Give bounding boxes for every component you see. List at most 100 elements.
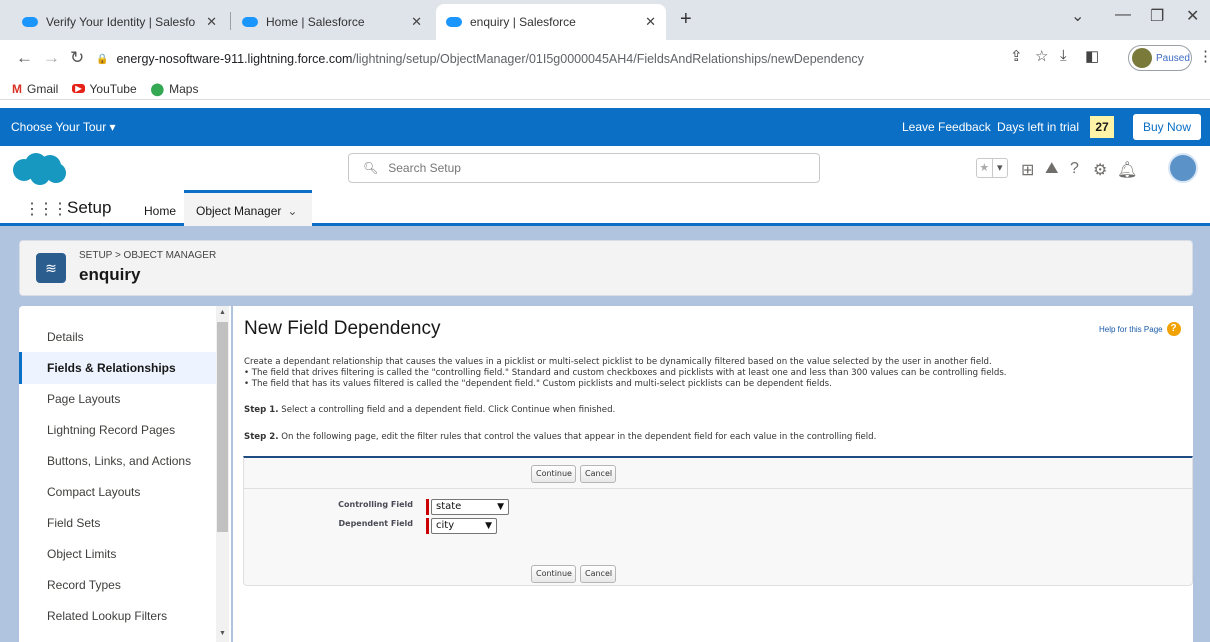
favorites-button-group[interactable]: ★ ▾ [976,158,1008,178]
controlling-field-select[interactable]: state ▼ [431,499,509,515]
browser-tab-enquiry[interactable]: enquiry | Salesforce ✕ [436,4,666,40]
forward-icon[interactable]: → [43,48,60,68]
scroll-down-icon[interactable]: ▼ [219,630,226,637]
bookmark-youtube[interactable]: ▶ YouTube [72,82,137,96]
step-1: Step 1. Select a controlling field and a… [244,405,616,415]
sidebar-item-object-limits[interactable]: Object Limits [19,538,217,570]
step-2: Step 2. On the following page, edit the … [244,432,877,442]
page-header [19,240,1193,296]
close-window-icon[interactable]: ✕ [1186,6,1199,26]
days-left-label: Days left in trial [997,120,1080,134]
controlling-field-label: Controlling Field [338,500,413,509]
close-icon[interactable]: ✕ [645,14,656,30]
help-icon[interactable]: ? [1070,160,1079,178]
page-title: enquiry [79,265,141,284]
sidebar-item-lightning-record-pages[interactable]: Lightning Record Pages [19,414,217,446]
cancel-button-top[interactable]: Cancel [580,465,616,483]
sidebar-item-related-lookup-filters[interactable]: Related Lookup Filters [19,600,217,632]
days-left-badge: 27 [1090,116,1114,138]
maps-icon: ⬤ [150,81,165,96]
favorites-star-icon[interactable]: ★ [977,159,992,177]
profile-avatar [1132,48,1152,68]
required-indicator [426,518,429,534]
salesforce-logo[interactable] [10,152,68,186]
bookmark-maps[interactable]: ⬤ Maps [151,82,199,96]
user-avatar[interactable] [1168,153,1198,183]
dependent-field-label: Dependent Field [338,519,413,528]
continue-button-bottom[interactable]: Continue [531,565,576,583]
download-icon[interactable]: ⤓ [1060,47,1067,64]
object-sidebar: Details Fields & Relationships Page Layo… [19,306,231,642]
sidebar-item-page-layouts[interactable]: Page Layouts [19,383,217,415]
help-circle-icon: ? [1166,322,1181,336]
gear-icon[interactable]: ⚙ [1093,160,1107,180]
close-icon[interactable]: ✕ [206,14,217,30]
close-icon[interactable]: ✕ [411,14,422,30]
sidebar-item-record-types[interactable]: Record Types [19,569,217,601]
app-launcher-icon[interactable]: ⋮⋮⋮ [24,199,68,219]
bookmark-gmail[interactable]: M Gmail [12,82,58,96]
bell-icon[interactable]: 🔔︎ [1117,160,1137,180]
buy-now-button[interactable]: Buy Now [1133,114,1201,140]
dependent-field-select[interactable]: city ▼ [431,518,497,534]
description-bullet: • The field that has its values filtered… [244,379,832,389]
main-title: New Field Dependency [244,318,441,339]
url-path: /lightning/setup/ObjectManager/01I5g0000… [352,52,864,66]
search-icon: 🔍︎ [363,161,379,175]
favorites-dropdown-icon[interactable]: ▾ [991,159,1008,177]
global-actions-icon[interactable]: ⊞ [1021,160,1034,180]
trailhead-icon[interactable]: ⛰ [1045,160,1058,178]
sidebar-item-buttons-links-actions[interactable]: Buttons, Links, and Actions [19,445,217,477]
new-tab-button[interactable]: + [680,8,692,31]
gmail-icon: M [12,81,22,96]
chevron-down-icon: ▼ [497,502,504,512]
browser-tab-home[interactable]: Home | Salesforce ✕ [232,4,432,40]
restore-icon[interactable]: ❐ [1150,6,1164,26]
sidebar-item-compact-layouts[interactable]: Compact Layouts [19,476,217,508]
description-bullet: • The field that drives filtering is cal… [244,368,1007,378]
back-icon[interactable]: ← [16,48,33,68]
address-bar[interactable]: 🔒 energy-nosoftware-911.lightning.force.… [96,47,1006,71]
sidebar-scrollbar-thumb[interactable] [217,322,228,532]
leave-feedback-link[interactable]: Leave Feedback [902,120,991,134]
salesforce-cloud-icon [242,17,258,27]
app-name: Setup [67,198,112,217]
bookmarks-bar: M Gmail ▶ YouTube ⬤ Maps [0,78,1210,100]
search-input[interactable]: 🔍︎ Search Setup [348,153,820,183]
chevron-down-icon[interactable]: ⌄ [287,204,297,218]
nav-tab-object-manager[interactable]: Object Manager ⌄ [184,190,312,226]
tab-separator [230,12,231,30]
star-icon[interactable]: ☆ [1035,47,1048,65]
continue-button-top[interactable]: Continue [531,465,576,483]
tab-search-icon[interactable]: ⌄ [1071,6,1084,26]
minimize-icon[interactable]: — [1115,6,1131,24]
lock-icon: 🔒 [96,53,109,65]
app-nav-bar [0,190,1210,226]
scroll-up-icon[interactable]: ▲ [219,309,226,316]
choose-tour-menu[interactable]: Choose Your Tour ▾ [11,120,116,134]
object-stack-icon: ≋ [36,253,66,283]
sidebar-item-fields-relationships[interactable]: Fields & Relationships [19,352,217,384]
share-icon[interactable]: ⇪ [1010,47,1023,65]
sidebar-item-field-sets[interactable]: Field Sets [19,507,217,539]
browser-tab-verify[interactable]: Verify Your Identity | Salesforce ✕ [12,4,227,40]
chevron-down-icon: ▼ [485,521,492,531]
form-divider [244,488,1192,489]
salesforce-cloud-icon [22,17,38,27]
menu-kebab-icon[interactable]: ⋮ [1198,47,1210,65]
cancel-button-bottom[interactable]: Cancel [580,565,616,583]
reload-icon[interactable]: ↻ [70,48,84,68]
youtube-icon: ▶ [72,84,85,93]
salesforce-cloud-icon [446,17,462,27]
description-line: Create a dependant relationship that cau… [244,357,992,367]
url-host: energy-nosoftware-911.lightning.force.co… [116,52,353,66]
profile-button[interactable]: Paused [1128,45,1192,71]
breadcrumb[interactable]: SETUP > OBJECT MANAGER [79,250,216,261]
nav-tab-home[interactable]: Home [144,204,176,218]
sidebar-item-details[interactable]: Details [19,321,217,353]
sidepanel-icon[interactable]: ◧ [1085,47,1099,65]
caret-down-icon: ▾ [109,120,116,134]
required-indicator [426,499,429,515]
help-for-page-link[interactable]: Help for this Page ? [1099,322,1181,336]
trial-bar: Choose Your Tour ▾ Leave Feedback Days l… [0,108,1210,146]
